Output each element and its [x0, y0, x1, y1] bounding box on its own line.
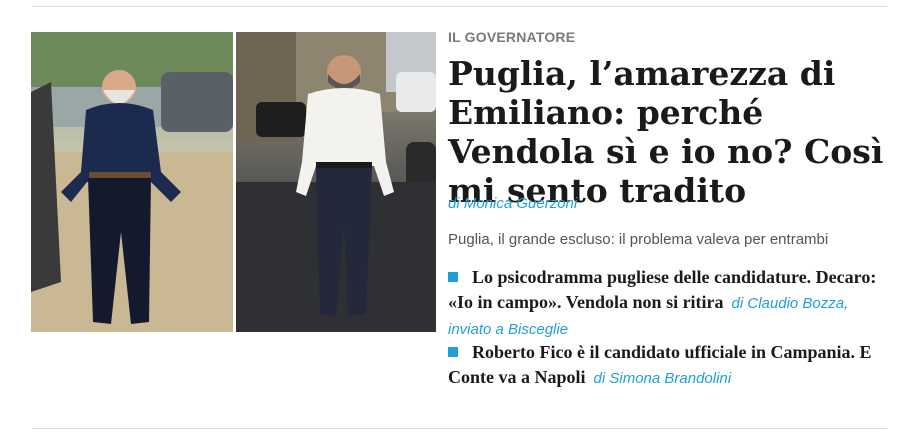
related-article[interactable]: Roberto Fico è il candidato ufficiale in…	[448, 340, 888, 391]
related-article[interactable]: Lo psicodramma pugliese delle candidatur…	[448, 265, 888, 342]
bullet-square-icon	[448, 347, 458, 357]
photo-emiliano[interactable]	[31, 32, 233, 332]
article-headline[interactable]: Puglia, l’amarezza di Emiliano: perché V…	[448, 54, 888, 210]
article-photo[interactable]	[31, 32, 436, 332]
photo-vendola[interactable]	[236, 32, 436, 332]
article-kicker[interactable]: IL GOVERNATORE	[448, 29, 575, 45]
article-summary: Puglia, il grande escluso: il problema v…	[448, 231, 829, 248]
article-byline[interactable]: di Monica Guerzoni	[448, 195, 577, 212]
top-divider	[32, 6, 887, 7]
photo-vendola-illustration	[236, 32, 436, 332]
related-author[interactable]: di Simona Brandolini	[594, 370, 732, 387]
bullet-square-icon	[448, 272, 458, 282]
bottom-divider	[32, 428, 887, 429]
photo-emiliano-illustration	[31, 32, 233, 332]
